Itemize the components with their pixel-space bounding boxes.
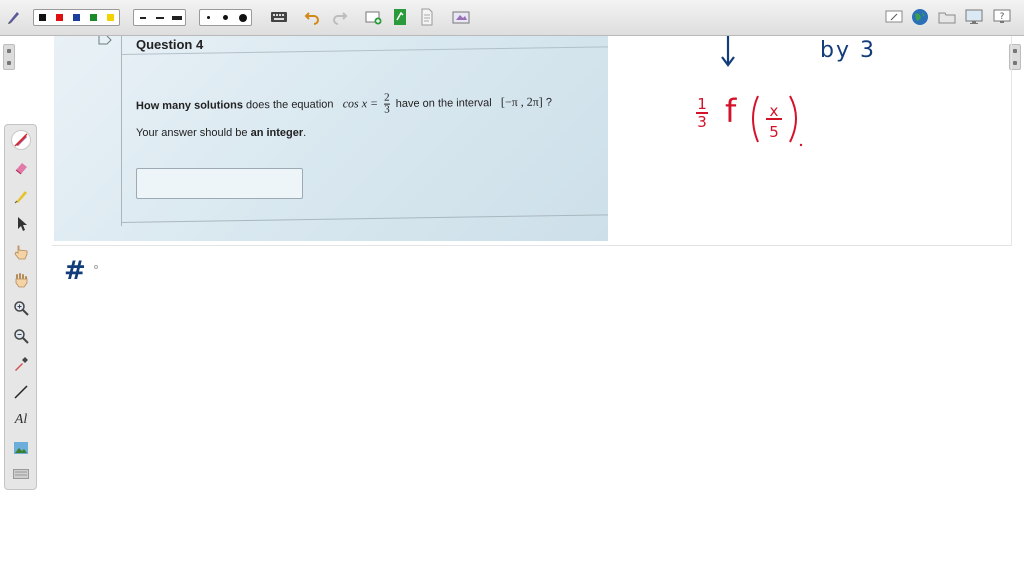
line-icon[interactable] <box>11 382 31 402</box>
cos-expression: cos x = <box>342 96 379 111</box>
dot-size-large[interactable] <box>234 10 251 25</box>
document-icon[interactable] <box>418 8 436 26</box>
monitor-icon[interactable] <box>965 8 983 26</box>
eraser-icon[interactable] <box>11 158 31 178</box>
fraction-denominator: 3 <box>384 103 390 116</box>
prompt-tail: have on the interval <box>395 97 492 110</box>
hint-suffix: . <box>303 127 307 139</box>
highlighter-icon[interactable] <box>11 186 31 206</box>
answer-hint: Your answer should be an integer. <box>136 127 306 139</box>
hand-point-icon[interactable] <box>11 242 31 262</box>
question-photo: Question 4 How many solutions does the e… <box>54 36 608 241</box>
answer-input[interactable] <box>136 168 303 199</box>
dot-size-medium[interactable] <box>217 10 234 25</box>
redo-icon[interactable] <box>331 8 349 26</box>
handwritten-inner-fraction: x 5 <box>767 103 781 140</box>
line-style-picker <box>133 9 186 26</box>
whiteboard-icon[interactable] <box>885 8 903 26</box>
pen-icon[interactable] <box>11 130 31 150</box>
color-picker <box>33 9 120 26</box>
handwritten-function: f <box>725 92 737 130</box>
help-icon[interactable]: ? <box>993 8 1011 26</box>
color-blue[interactable] <box>68 10 85 25</box>
screenshot-icon[interactable] <box>452 8 470 26</box>
keyboard-small-icon[interactable] <box>11 464 31 484</box>
handwritten-fraction: 1 3 <box>696 96 708 130</box>
dot-size-picker <box>199 9 252 26</box>
undo-icon[interactable] <box>303 8 321 26</box>
question-mark: ? <box>545 96 553 109</box>
line-style-thick[interactable] <box>168 10 185 25</box>
color-green[interactable] <box>85 10 102 25</box>
fraction: 2 3 <box>384 91 390 116</box>
pdf-page-icon[interactable] <box>391 8 409 26</box>
globe-icon[interactable] <box>911 8 929 26</box>
pen-tool-icon[interactable] <box>5 8 23 26</box>
down-arrow-ink <box>721 36 735 67</box>
pointer-icon[interactable] <box>11 214 31 234</box>
zoom-in-icon[interactable] <box>11 298 31 318</box>
fraction-three: 3 <box>696 112 708 131</box>
color-red[interactable] <box>51 10 68 25</box>
keyboard-icon[interactable] <box>270 8 288 26</box>
handwritten-hash: # <box>64 256 86 286</box>
inner-numerator: x <box>769 102 779 120</box>
question-prompt: How many solutions does the equation cos… <box>136 91 552 118</box>
toolbar: ? <box>0 0 1024 36</box>
color-black[interactable] <box>34 10 51 25</box>
eyedropper-icon[interactable] <box>11 354 31 374</box>
add-page-icon[interactable] <box>364 8 382 26</box>
image-icon[interactable] <box>11 438 31 458</box>
hint-prefix: Your answer should be <box>136 127 248 139</box>
text-icon[interactable]: Al <box>11 410 31 430</box>
svg-text:?: ? <box>1000 12 1005 22</box>
handwritten-by-3: by 3 <box>820 38 876 63</box>
folder-icon[interactable] <box>938 8 956 26</box>
hand-pan-icon[interactable] <box>11 270 31 290</box>
prompt-bold: How many solutions <box>135 99 244 113</box>
interval: [−π , 2π] <box>500 94 543 110</box>
inner-denominator: 5 <box>769 123 779 141</box>
dot-size-small[interactable] <box>200 10 217 25</box>
fraction-one: 1 <box>697 95 707 113</box>
cursor-dot <box>94 265 98 269</box>
tool-palette: Al <box>4 124 37 490</box>
fraction-numerator: 2 <box>384 91 390 104</box>
hint-bold: an integer <box>250 127 304 139</box>
left-panel-toggle[interactable] <box>3 44 15 70</box>
prompt-middle: does the equation <box>245 98 334 112</box>
zoom-out-icon[interactable] <box>11 326 31 346</box>
question-title: Question 4 <box>136 37 204 52</box>
line-style-medium[interactable] <box>151 10 168 25</box>
bookmark-icon <box>98 36 112 45</box>
line-style-short[interactable] <box>134 10 151 25</box>
color-yellow[interactable] <box>102 10 119 25</box>
